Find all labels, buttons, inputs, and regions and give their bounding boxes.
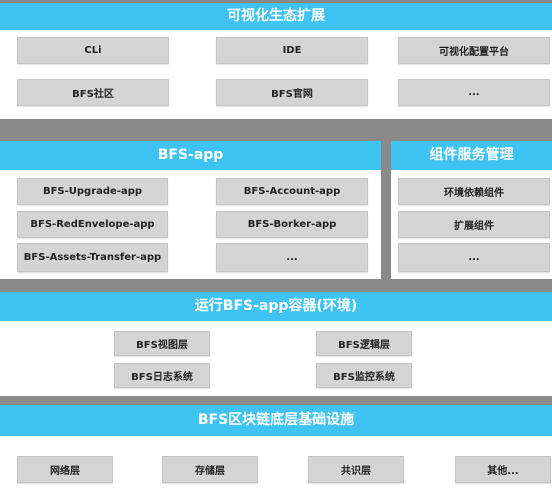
ecosystem-item-official-site: BFS官网 <box>216 79 368 106</box>
infra-item-consensus-layer: 共识层 <box>308 456 404 483</box>
runtime-panel <box>0 321 552 396</box>
infra-item-network-layer: 网络层 <box>17 456 113 483</box>
infra-item-other: 其他... <box>455 456 551 483</box>
runtime-title: 运行BFS-app容器(环境) <box>0 292 552 321</box>
app-item-borker: BFS-Borker-app <box>216 211 368 238</box>
component-item-extension: 扩展组件 <box>398 211 550 238</box>
app-item-assets-transfer: BFS-Assets-Transfer-app <box>17 243 168 272</box>
infrastructure-title: BFS区块链底层基础设施 <box>0 405 552 436</box>
infra-item-storage-layer: 存储层 <box>162 456 258 483</box>
runtime-item-logic-layer: BFS逻辑层 <box>316 331 412 356</box>
app-item-account: BFS-Account-app <box>216 178 368 205</box>
component-service-title: 组件服务管理 <box>391 141 552 170</box>
ecosystem-item-visual-config-platform: 可视化配置平台 <box>398 37 550 64</box>
app-item-upgrade: BFS-Upgrade-app <box>17 178 168 205</box>
ecosystem-item-community: BFS社区 <box>17 79 169 106</box>
ecosystem-item-more: ... <box>398 79 550 106</box>
app-item-more: ... <box>216 243 368 272</box>
ecosystem-item-cli: CLi <box>17 37 169 64</box>
ecosystem-title: 可视化生态扩展 <box>0 3 552 30</box>
runtime-item-log-system: BFS日志系统 <box>114 363 210 388</box>
ecosystem-item-ide: IDE <box>216 37 368 64</box>
runtime-item-view-layer: BFS视图层 <box>114 331 210 356</box>
runtime-item-monitor-system: BFS监控系统 <box>316 363 412 388</box>
component-item-env-dependency: 环境依赖组件 <box>398 178 550 205</box>
app-title: BFS-app <box>0 141 381 170</box>
component-item-more: ... <box>398 243 550 272</box>
app-item-redenvelope: BFS-RedEnvelope-app <box>17 211 168 238</box>
